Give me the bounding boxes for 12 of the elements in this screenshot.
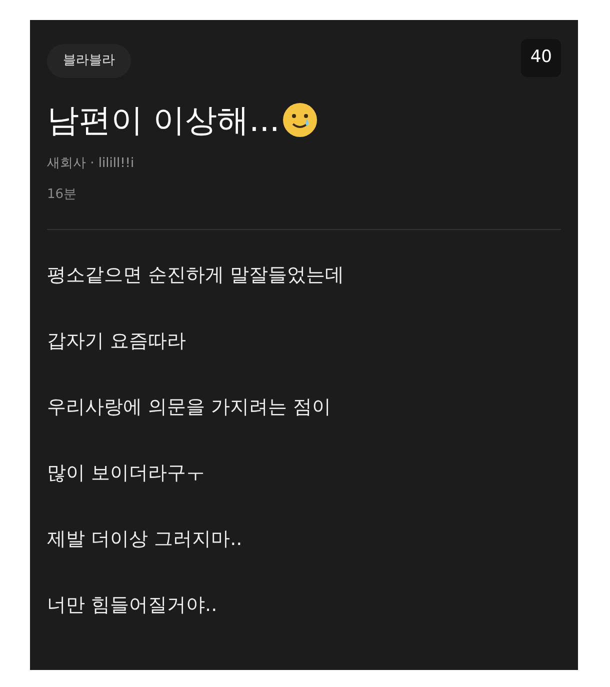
body-text: 우리사랑에 의문을 가지려는 점이 (47, 394, 332, 420)
category-tag[interactable]: 블라블라 (47, 44, 131, 78)
body-text: 제발 더이상 그러지마.. (47, 526, 244, 552)
smiling-face-with-tear-icon (282, 102, 318, 138)
body-text: 갑자기 요즘따라 (47, 328, 188, 354)
post-title: 남편이 이상해... (47, 100, 280, 140)
body-text: 너만 힘들어질거야.. (47, 592, 218, 618)
body-text: 많이 보이더라구ㅜ (47, 460, 206, 486)
count-badge: 40 (521, 39, 561, 76)
post-time: 16분 (47, 186, 78, 204)
body-text: 평소같으면 순진하게 말잘들었는데 (47, 262, 346, 288)
author-line: 새회사 · lilill!!i (47, 154, 136, 172)
